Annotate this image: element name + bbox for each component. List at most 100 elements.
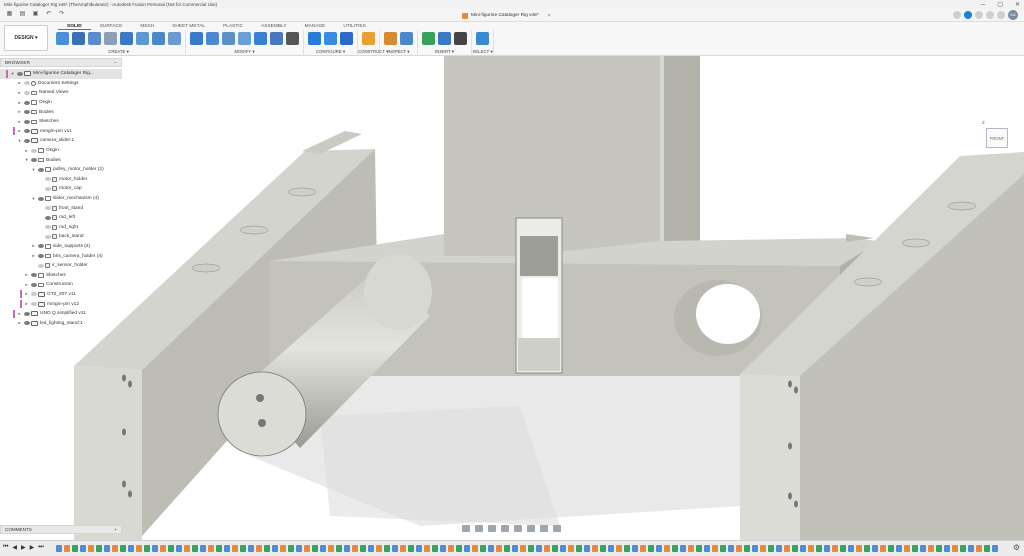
timeline-feature[interactable] — [600, 545, 606, 552]
timeline-feature[interactable] — [560, 545, 566, 552]
document-tab[interactable]: Mini-figurine Cataloger Rig v46* × — [462, 11, 551, 20]
timeline-feature[interactable] — [520, 545, 526, 552]
browser-node[interactable]: ▸ Document Settings — [0, 79, 122, 89]
extensions-icon[interactable] — [964, 11, 972, 19]
visibility-eye-icon[interactable] — [23, 138, 30, 143]
timeline-feature[interactable] — [128, 545, 134, 552]
timeline-feature[interactable] — [160, 545, 166, 552]
timeline-feature[interactable] — [200, 545, 206, 552]
timeline-feature[interactable] — [176, 545, 182, 552]
timeline-feature[interactable] — [320, 545, 326, 552]
timeline-feature[interactable] — [544, 545, 550, 552]
timeline-feature[interactable] — [480, 545, 486, 552]
collapse-browser-icon[interactable]: – — [114, 60, 117, 65]
timeline-feature[interactable] — [312, 545, 318, 552]
chevron-right-icon[interactable]: ▸ — [17, 109, 22, 115]
visibility-eye-icon[interactable] — [30, 273, 37, 278]
timeline-feature[interactable] — [880, 545, 886, 552]
browser-node[interactable]: ▾ pulley_motor_holder (2) — [0, 165, 122, 175]
chevron-right-icon[interactable]: ▸ — [17, 320, 22, 326]
timeline-feature[interactable] — [56, 545, 62, 552]
browser-node[interactable]: ▸ Named Views — [0, 88, 122, 98]
timeline-feature[interactable] — [744, 545, 750, 552]
timeline-feature[interactable] — [920, 545, 926, 552]
chevron-right-icon[interactable]: ▸ — [17, 100, 22, 106]
timeline-feature[interactable] — [992, 545, 998, 552]
configure-theme-icon[interactable] — [340, 32, 353, 45]
fillet-icon[interactable] — [206, 32, 219, 45]
timeline-feature[interactable] — [768, 545, 774, 552]
timeline-feature[interactable] — [80, 545, 86, 552]
browser-node[interactable]: ▾ slider_mechanism (4) — [0, 194, 122, 204]
visibility-eye-icon[interactable] — [44, 225, 51, 230]
timeline-feature[interactable] — [848, 545, 854, 552]
timeline-feature[interactable] — [448, 545, 454, 552]
timeline-feature[interactable] — [608, 545, 614, 552]
timeline-feature[interactable] — [240, 545, 246, 552]
play-icon[interactable]: ▶ — [21, 544, 26, 551]
tool-group-label[interactable]: MODIFY ▾ — [186, 49, 303, 55]
visibility-eye-icon[interactable] — [44, 215, 51, 220]
timeline-feature[interactable] — [816, 545, 822, 552]
timeline-feature[interactable] — [232, 545, 238, 552]
browser-node[interactable]: ▸ Bodies — [0, 107, 122, 117]
sweep-icon[interactable] — [136, 32, 149, 45]
timeline-feature[interactable] — [872, 545, 878, 552]
timeline-feature[interactable] — [688, 545, 694, 552]
timeline-feature[interactable] — [664, 545, 670, 552]
timeline-feature[interactable] — [936, 545, 942, 552]
offset-plane-icon[interactable] — [362, 32, 375, 45]
timeline-feature[interactable] — [896, 545, 902, 552]
timeline-feature[interactable] — [624, 545, 630, 552]
timeline-feature[interactable] — [736, 545, 742, 552]
timeline-feature[interactable] — [800, 545, 806, 552]
timeline-feature[interactable] — [368, 545, 374, 552]
visibility-eye-icon[interactable] — [23, 119, 30, 124]
visibility-eye-icon[interactable] — [23, 100, 30, 105]
chevron-down-icon[interactable]: ▾ — [31, 196, 36, 202]
chevron-right-icon[interactable]: ▸ — [17, 80, 22, 86]
visibility-eye-icon[interactable] — [23, 90, 30, 95]
browser-node[interactable]: ▸ Origin — [0, 98, 122, 108]
chevron-right-icon[interactable]: ▸ — [24, 148, 29, 154]
chevron-right-icon[interactable]: ▸ — [24, 291, 29, 297]
add-comment-icon[interactable]: + — [114, 527, 117, 532]
sketch-icon[interactable] — [56, 32, 69, 45]
move-icon[interactable] — [286, 32, 299, 45]
timeline-feature[interactable] — [264, 545, 270, 552]
tab-surface[interactable]: SURFACE — [91, 23, 132, 30]
timeline-feature[interactable] — [640, 545, 646, 552]
visibility-eye-icon[interactable] — [23, 110, 30, 115]
timeline-feature[interactable] — [472, 545, 478, 552]
insert-mcmaster-icon[interactable] — [454, 32, 467, 45]
tool-group-label[interactable]: CONSTRUCT ▾ — [358, 49, 388, 55]
workspace-switcher-button[interactable]: DESIGN ▾ — [4, 25, 48, 51]
timeline-feature[interactable] — [856, 545, 862, 552]
step-forward-icon[interactable]: ▶ — [30, 544, 35, 551]
tool-group-label[interactable]: INSPECT ▾ — [380, 49, 417, 55]
timeline-feature[interactable] — [496, 545, 502, 552]
browser-node[interactable]: ▸ side_supports (2) — [0, 242, 122, 252]
timeline-feature[interactable] — [824, 545, 830, 552]
timeline-feature[interactable] — [968, 545, 974, 552]
browser-node[interactable]: motor_cap — [0, 184, 122, 194]
help-icon[interactable] — [997, 11, 1005, 19]
timeline-feature[interactable] — [552, 545, 558, 552]
maximize-button[interactable]: ▢ — [997, 1, 1003, 8]
timeline-feature[interactable] — [352, 545, 358, 552]
timeline-feature[interactable] — [944, 545, 950, 552]
revolve-icon[interactable] — [88, 32, 101, 45]
view-cube[interactable]: Z FRONT — [982, 120, 1012, 152]
browser-node[interactable]: ▾ Bodies — [0, 155, 122, 165]
timeline-feature[interactable] — [112, 545, 118, 552]
tab-mesh[interactable]: MESH — [131, 23, 163, 30]
timeline-feature[interactable] — [632, 545, 638, 552]
timeline-feature[interactable] — [400, 545, 406, 552]
timeline-feature[interactable] — [712, 545, 718, 552]
timeline-feature[interactable] — [120, 545, 126, 552]
timeline-feature[interactable] — [392, 545, 398, 552]
tab-manage[interactable]: MANAGE — [296, 23, 335, 30]
timeline-feature[interactable] — [928, 545, 934, 552]
timeline-feature[interactable] — [648, 545, 654, 552]
insert-canvas-icon[interactable] — [438, 32, 451, 45]
